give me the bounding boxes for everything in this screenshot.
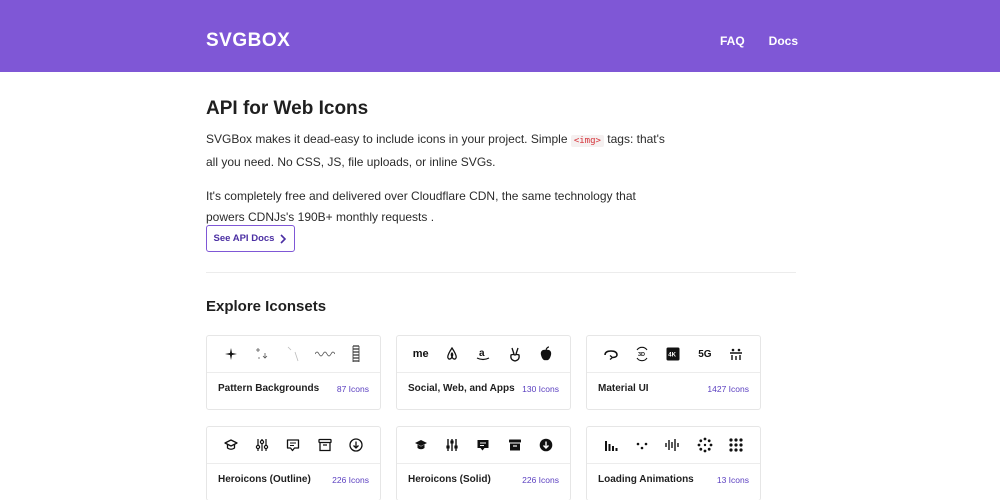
ball-triangle-icon [695,435,715,455]
icon-preview-row [207,427,380,464]
adjustments-icon [252,435,272,455]
logo[interactable]: SVGBOX [206,29,290,53]
iconset-card-loading-animations[interactable]: Loading Animations 13 Icons [586,426,761,500]
hero-section: API for Web Icons SVGBox makes it dead-e… [206,97,806,228]
icon-count: 87 Icons [336,383,369,394]
amazon-icon: a [473,344,493,364]
4k-label: 4K [669,353,677,359]
card-title: Material UI [598,383,649,394]
hero-text: SVGBox makes it dead-easy to include ico… [206,132,571,146]
arrow-circle-down-icon [536,435,556,455]
annotation-icon [473,435,493,455]
slash-pattern-icon [283,344,303,364]
img-tag-code: <img> [570,135,604,147]
iconset-card-heroicons-solid[interactable]: Heroicons (Solid) 226 Icons [396,426,571,500]
icon-count: 226 Icons [522,474,559,485]
academic-cap-icon [221,435,241,455]
nav-faq-link[interactable]: FAQ [720,33,745,49]
svg-text:a: a [479,348,485,359]
icon-preview-row: 3D 4K 5G [587,336,760,373]
hero-paragraph-2: It's completely free and delivered over … [206,189,636,224]
see-api-docs-button[interactable]: See API Docs [206,225,295,252]
icon-preview-row [397,427,570,464]
icon-count: 226 Icons [332,474,369,485]
3d-rotation-icon: 3D [632,344,652,364]
card-title: Heroicons (Solid) [408,474,491,485]
card-meta: Heroicons (Outline) 226 Icons [218,474,369,485]
card-title: Pattern Backgrounds [218,383,320,394]
academic-cap-icon [411,435,431,455]
icon-preview-row [587,427,760,464]
adjustments-icon [442,435,462,455]
iconset-card-material-ui[interactable]: 3D 4K 5G Material UI 1427 Icons [586,335,761,410]
sparkle-icon [221,344,241,364]
angellist-icon [505,344,525,364]
airbnb-icon [442,344,462,364]
card-meta: Loading Animations 13 Icons [598,474,749,485]
audio-icon [663,435,683,455]
3d-label: 3D [638,352,645,358]
grid-icon [726,435,746,455]
card-title: Social, Web, and Apps [408,383,515,394]
hero-paragraph-1: SVGBox makes it dead-easy to include ico… [206,129,666,173]
360-icon [601,344,621,364]
iconset-card-heroicons-outline[interactable]: Heroicons (Outline) 226 Icons [206,426,381,500]
icon-preview-row: me a [397,336,570,373]
4k-icon: 4K [663,344,683,364]
iconset-card-pattern-backgrounds[interactable]: Pattern Backgrounds 87 Icons [206,335,381,410]
archive-icon [315,435,335,455]
top-header: SVGBOX FAQ Docs [0,0,1000,72]
section-title: Explore Iconsets [206,298,327,315]
nav-docs-link[interactable]: Docs [769,33,798,49]
top-nav: FAQ Docs [720,33,798,49]
chevron-right-icon [280,233,287,244]
bars-icon [601,435,621,455]
icon-count: 13 Icons [716,474,749,485]
divider [206,272,796,273]
page-title: API for Web Icons [206,98,369,119]
card-meta: Material UI 1427 Icons [598,383,749,394]
archive-icon [505,435,525,455]
me-icon: me [412,348,429,360]
icon-preview-row [207,336,380,373]
anchor-pattern-icon [252,344,272,364]
card-title: Loading Animations [598,474,694,485]
button-label: See API Docs [213,233,275,244]
card-title: Heroicons (Outline) [218,474,311,485]
zigzag-pattern-icon [346,344,366,364]
card-meta: Social, Web, and Apps 130 Icons [408,383,559,394]
icon-count: 1427 Icons [707,383,749,394]
wave-pattern-icon [314,344,335,364]
card-meta: Heroicons (Solid) 226 Icons [408,474,559,485]
card-meta: Pattern Backgrounds 87 Icons [218,383,369,394]
5g-icon: 5G [698,348,712,360]
accessibility-icon [726,344,746,364]
apple-icon [536,344,556,364]
three-dots-icon [632,435,652,455]
iconset-card-social-web-apps[interactable]: me a Social, Web, and Apps 130 Icons [396,335,571,410]
icon-count: 130 Icons [522,383,559,394]
annotation-icon [283,435,303,455]
arrow-circle-down-icon [346,435,366,455]
